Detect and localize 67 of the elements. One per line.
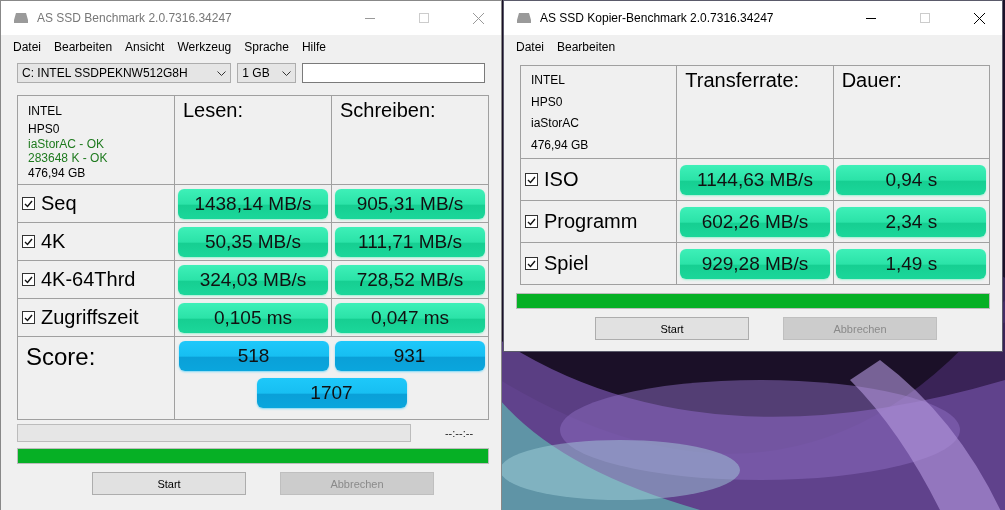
- result-value: 50,35 MB/s: [178, 226, 328, 257]
- drive-select[interactable]: C: INTEL SSDPEKNW512G8H: [17, 63, 232, 83]
- test-label: ISO: [544, 168, 579, 191]
- test-label: Zugriffszeit: [41, 306, 139, 329]
- checkbox[interactable]: [22, 311, 35, 324]
- elapsed-time: --:--:--: [443, 427, 475, 439]
- start-button[interactable]: Start: [595, 317, 749, 340]
- result-value: 1,49 s: [836, 248, 987, 279]
- result-value: 2,34 s: [836, 206, 987, 237]
- checkbox[interactable]: [22, 197, 35, 210]
- test-label: 4K: [41, 230, 66, 253]
- drive-info-text: iaStorAC - OK: [28, 136, 106, 151]
- caret-icon: [217, 70, 227, 76]
- drive-info-text: HPS0: [531, 93, 564, 111]
- drive-icon: [13, 12, 29, 24]
- column-header: Dauer:: [840, 68, 903, 92]
- result-value: 1438,14 MB/s: [178, 188, 328, 219]
- start-button[interactable]: Start: [92, 472, 246, 495]
- column-header: Schreiben:: [339, 98, 437, 122]
- score-value: 518: [178, 341, 329, 371]
- result-value: 0,105 ms: [178, 302, 328, 333]
- test-label: Seq: [41, 192, 77, 215]
- checkbox[interactable]: [22, 273, 35, 286]
- result-value: 0,94 s: [836, 164, 987, 195]
- menu-item[interactable]: Bearbeiten: [551, 40, 623, 54]
- checkbox[interactable]: [525, 173, 538, 186]
- drive-info-text: 283648 K - OK: [28, 151, 109, 166]
- menu-item[interactable]: Hilfe: [295, 40, 333, 54]
- close-icon[interactable]: [973, 12, 985, 24]
- test-label: Programm: [544, 210, 638, 233]
- caret-icon: [282, 70, 291, 76]
- menu-item[interactable]: Datei: [510, 40, 551, 54]
- result-value: 728,52 MB/s: [335, 264, 485, 295]
- menu-item[interactable]: Bearbeiten: [48, 40, 120, 54]
- drive-info-text: iaStorAC: [531, 115, 581, 132]
- menu-item[interactable]: Ansicht: [119, 40, 172, 54]
- column-header: Transferrate:: [684, 68, 801, 92]
- minimize-icon[interactable]: [866, 17, 876, 19]
- size-select[interactable]: 1 GB: [237, 63, 296, 83]
- result-value: 324,03 MB/s: [178, 264, 328, 295]
- menu-item[interactable]: Datei: [7, 40, 48, 54]
- test-label: Spiel: [544, 252, 589, 275]
- column-header: Lesen:: [182, 98, 245, 122]
- input-field[interactable]: [302, 63, 485, 83]
- score-value: 931: [334, 341, 485, 371]
- test-label: 4K-64Thrd: [41, 268, 136, 291]
- result-value: 929,28 MB/s: [680, 248, 830, 279]
- drive-info-text: HPS0: [28, 122, 61, 137]
- window-title: AS SSD Benchmark 2.0.7316.34247: [37, 11, 233, 25]
- total-score: 1707: [256, 378, 407, 408]
- checkbox[interactable]: [525, 215, 538, 228]
- result-value: 602,26 MB/s: [680, 206, 830, 237]
- result-value: 905,31 MB/s: [335, 188, 485, 219]
- drive-info-text: INTEL: [28, 103, 63, 120]
- menu-item[interactable]: Werkzeug: [171, 40, 239, 54]
- drive-info-text: INTEL: [531, 72, 566, 89]
- checkbox[interactable]: [22, 235, 35, 248]
- result-value: 111,71 MB/s: [335, 226, 485, 257]
- window-title: AS SSD Kopier-Benchmark 2.0.7316.34247: [540, 11, 775, 25]
- result-value: 0,047 ms: [335, 302, 485, 333]
- result-value: 1144,63 MB/s: [680, 164, 830, 195]
- drive-info-text: 476,94 GB: [531, 136, 590, 154]
- drive-info-text: 476,94 GB: [28, 165, 87, 180]
- drive-icon: [516, 12, 532, 24]
- score-label: Score:: [25, 342, 97, 371]
- checkbox[interactable]: [525, 257, 538, 270]
- menu-item[interactable]: Sprache: [238, 40, 296, 54]
